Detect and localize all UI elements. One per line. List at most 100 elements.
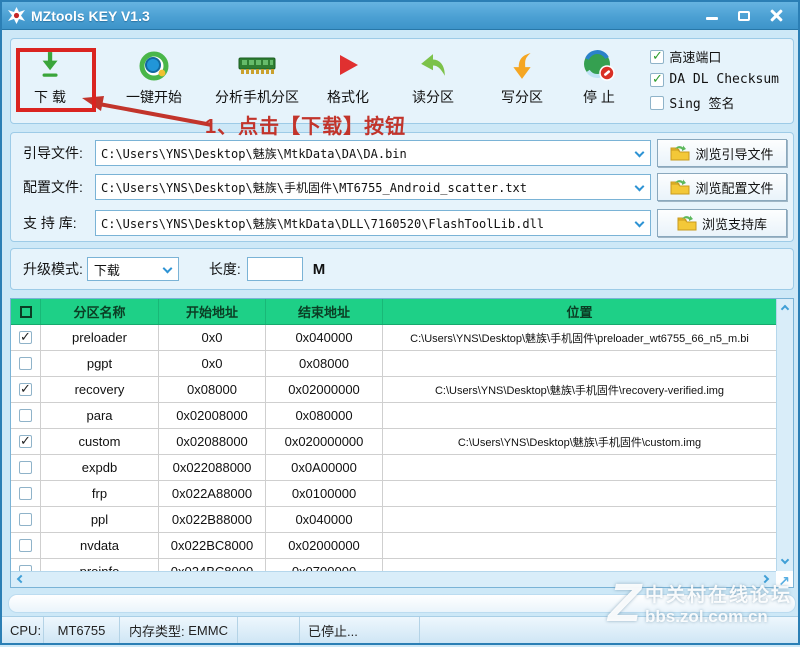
partition-table-header: 分区名称 开始地址 结束地址 位置: [11, 299, 776, 325]
scroll-right-icon[interactable]: [761, 573, 774, 586]
read-partition-button[interactable]: 读分区: [412, 49, 454, 107]
status-text: 已停止...: [300, 617, 420, 643]
cell-end-address: 0x08000: [266, 351, 383, 376]
boot-file-combo[interactable]: C:\Users\YNS\Desktop\魅族\MtkData\DA\DA.bi…: [95, 140, 651, 166]
window-title: MZtools KEY V1.3: [31, 8, 150, 24]
chevron-down-icon[interactable]: [635, 218, 645, 228]
cell-start-address: 0x022A88000: [159, 481, 266, 506]
format-button[interactable]: 格式化: [327, 49, 369, 107]
table-row[interactable]: expdb 0x022088000 0x0A00000: [11, 455, 776, 481]
cell-partition-name: preloader: [41, 325, 159, 350]
close-icon[interactable]: [768, 9, 784, 23]
boot-file-value: C:\Users\YNS\Desktop\魅族\MtkData\DA\DA.bi…: [101, 145, 407, 162]
header-location: 位置: [383, 299, 776, 324]
cell-start-address: 0x024BC8000: [159, 559, 266, 571]
browse-config-file-label: 浏览配置文件: [695, 178, 773, 197]
checkbox-sing-signature[interactable]: Sing 签名: [650, 93, 779, 112]
length-unit: M: [313, 261, 326, 278]
table-row[interactable]: custom 0x02088000 0x020000000 C:\Users\Y…: [11, 429, 776, 455]
cell-end-address: 0x040000: [266, 325, 383, 350]
sing-signature-checkbox[interactable]: [650, 96, 664, 110]
cell-location: [383, 559, 776, 571]
table-row[interactable]: proinfo 0x024BC8000 0x0700000: [11, 559, 776, 571]
cell-start-address: 0x022B88000: [159, 507, 266, 532]
scroll-down-icon[interactable]: [779, 556, 792, 569]
support-lib-combo[interactable]: C:\Users\YNS\Desktop\魅族\MtkData\DLL\7160…: [95, 210, 651, 236]
row-select-checkbox[interactable]: [19, 461, 32, 474]
support-lib-label: 支 持 库:: [11, 213, 95, 233]
cell-partition-name: nvdata: [41, 533, 159, 558]
cell-start-address: 0x0: [159, 351, 266, 376]
cell-end-address: 0x02000000: [266, 377, 383, 402]
folder-icon: [677, 215, 697, 231]
status-bar: CPU: MT6755 内存类型: EMMC 已停止...: [2, 616, 798, 643]
status-empty-segment: [238, 617, 300, 643]
cell-partition-name: expdb: [41, 455, 159, 480]
format-label: 格式化: [327, 87, 369, 107]
file-fields-group: 引导文件: C:\Users\YNS\Desktop\魅族\MtkData\DA…: [10, 132, 794, 242]
mode-group: 升级模式: 下载 长度: M: [10, 248, 794, 290]
vertical-scrollbar[interactable]: [776, 299, 793, 571]
chevron-down-icon[interactable]: [635, 182, 645, 192]
cell-location: [383, 455, 776, 480]
write-partition-button[interactable]: 写分区: [501, 49, 543, 107]
cell-location: C:\Users\YNS\Desktop\魅族\手机固件\preloader_w…: [383, 325, 776, 350]
checkbox-highspeed-port[interactable]: 高速端口: [650, 47, 779, 66]
analyze-partition-button[interactable]: 分析手机分区: [215, 49, 299, 107]
checkbox-da-dl-checksum[interactable]: DA DL Checksum: [650, 72, 779, 87]
cell-partition-name: proinfo: [41, 559, 159, 571]
minimize-icon[interactable]: [704, 9, 720, 23]
cell-end-address: 0x040000: [266, 507, 383, 532]
app-icon: [8, 7, 25, 24]
browse-boot-file-button[interactable]: 浏览引导文件: [657, 139, 787, 167]
header-start-address: 开始地址: [159, 299, 266, 324]
download-button[interactable]: 下 载: [34, 49, 66, 107]
folder-icon: [670, 179, 690, 195]
horizontal-scrollbar[interactable]: [11, 571, 776, 587]
maximize-icon[interactable]: [736, 9, 752, 23]
header-end-address: 结束地址: [266, 299, 383, 324]
row-select-checkbox[interactable]: [19, 487, 32, 500]
browse-support-lib-button[interactable]: 浏览支持库: [657, 209, 787, 237]
row-select-checkbox[interactable]: [19, 331, 32, 344]
cell-partition-name: custom: [41, 429, 159, 454]
memory-chip-icon: [237, 49, 277, 83]
one-key-start-button[interactable]: 一键开始: [126, 49, 182, 107]
highspeed-port-label: 高速端口: [669, 47, 721, 66]
row-select-checkbox[interactable]: [19, 539, 32, 552]
highspeed-port-checkbox[interactable]: [650, 50, 664, 64]
row-select-checkbox[interactable]: [19, 409, 32, 422]
row-select-checkbox[interactable]: [19, 435, 32, 448]
table-row[interactable]: pgpt 0x0 0x08000: [11, 351, 776, 377]
chevron-down-icon[interactable]: [635, 148, 645, 158]
memory-type-label: 内存类型:: [129, 621, 185, 640]
table-row[interactable]: nvdata 0x022BC8000 0x02000000: [11, 533, 776, 559]
cell-partition-name: pgpt: [41, 351, 159, 376]
length-input[interactable]: [247, 257, 303, 281]
row-select-checkbox[interactable]: [19, 357, 32, 370]
scroll-left-icon[interactable]: [13, 573, 26, 586]
config-file-combo[interactable]: C:\Users\YNS\Desktop\魅族\手机固件\MT6755_Andr…: [95, 174, 651, 200]
cell-start-address: 0x08000: [159, 377, 266, 402]
toolbar-checkbox-column: 高速端口 DA DL Checksum Sing 签名: [650, 47, 779, 112]
stop-button[interactable]: 停 止: [582, 49, 616, 107]
table-row[interactable]: recovery 0x08000 0x02000000 C:\Users\YNS…: [11, 377, 776, 403]
table-row[interactable]: para 0x02008000 0x080000: [11, 403, 776, 429]
row-select-checkbox[interactable]: [19, 513, 32, 526]
chevron-down-icon[interactable]: [162, 264, 172, 274]
browse-config-file-button[interactable]: 浏览配置文件: [657, 173, 787, 201]
format-icon: [336, 49, 360, 83]
stop-icon: [582, 49, 616, 83]
row-select-checkbox[interactable]: [19, 383, 32, 396]
table-row[interactable]: frp 0x022A88000 0x0100000: [11, 481, 776, 507]
cell-location: [383, 403, 776, 428]
select-all-checkbox[interactable]: [20, 306, 32, 318]
table-row[interactable]: preloader 0x0 0x040000 C:\Users\YNS\Desk…: [11, 325, 776, 351]
da-dl-checksum-checkbox[interactable]: [650, 73, 664, 87]
sing-signature-label: Sing 签名: [669, 93, 734, 112]
table-row[interactable]: ppl 0x022B88000 0x040000: [11, 507, 776, 533]
scroll-up-icon[interactable]: [779, 301, 792, 314]
cell-start-address: 0x0: [159, 325, 266, 350]
upgrade-mode-select[interactable]: 下载: [87, 257, 179, 281]
header-select-all[interactable]: [11, 299, 41, 324]
